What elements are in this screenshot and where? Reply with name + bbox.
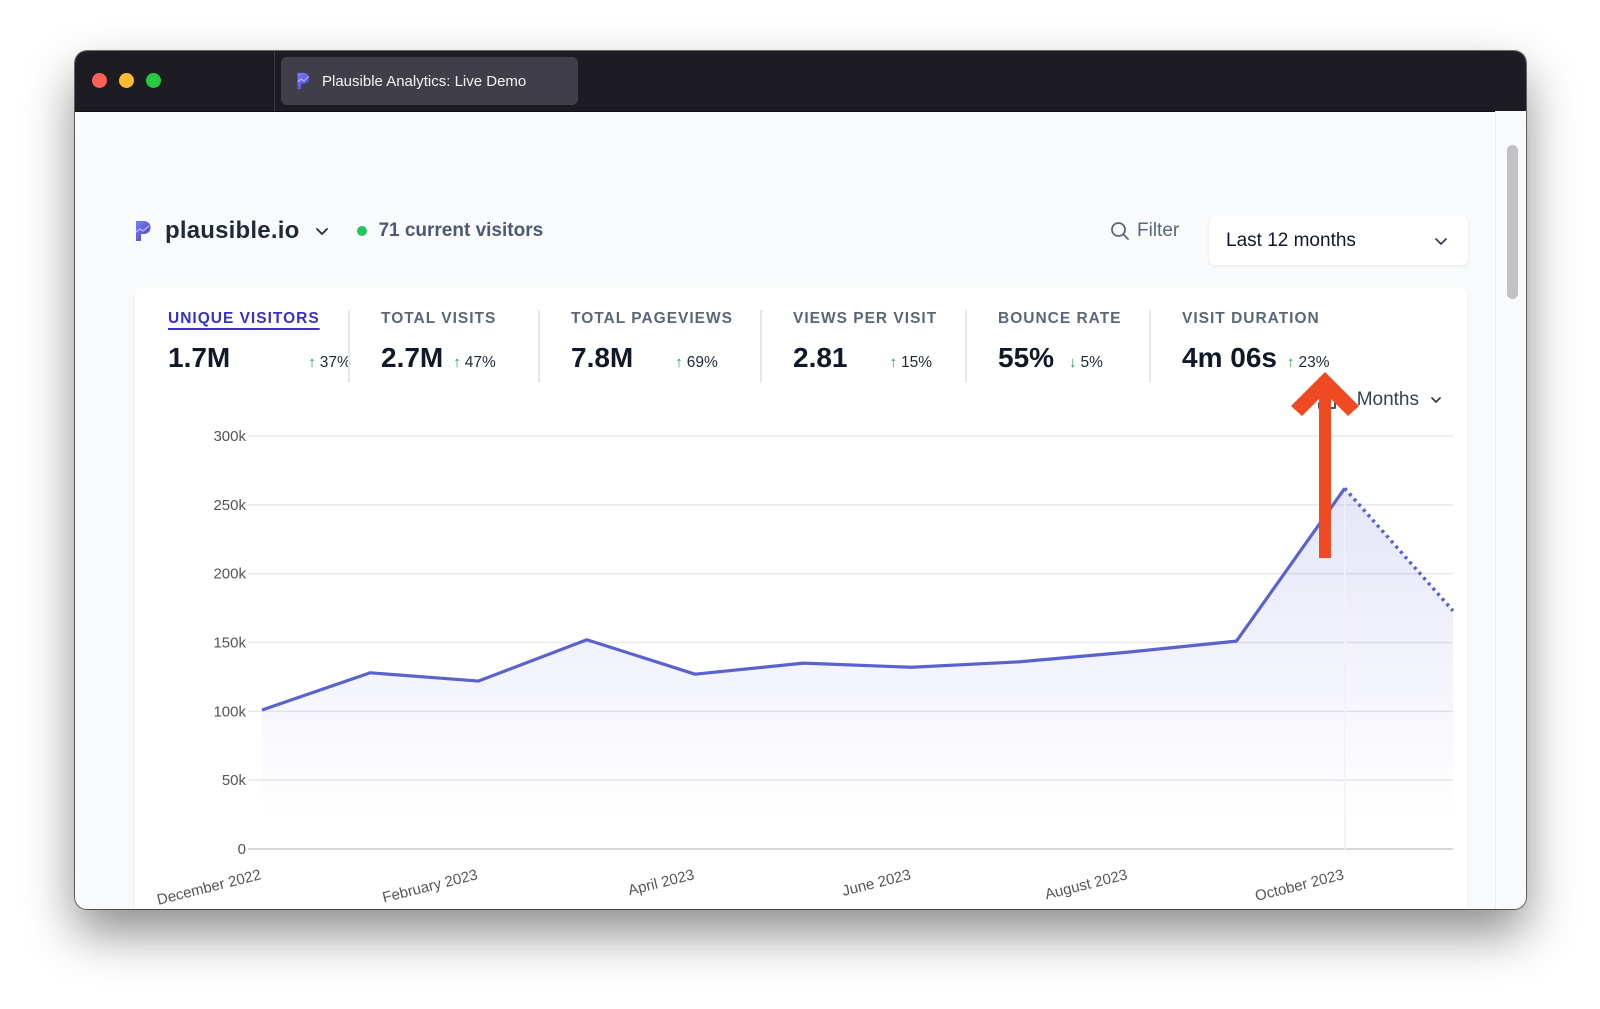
- data-point: [1234, 639, 1238, 643]
- y-tick-label: 0: [238, 841, 246, 858]
- page-content: plausible.io 71 current visitors Filter …: [75, 111, 1495, 909]
- data-point: [1126, 650, 1130, 654]
- main-graph-card: UNIQUE VISITORS 1.7M ↑ 37% TOTAL VISITS 2.7M ↑…: [135, 288, 1467, 909]
- x-tick-label: October 2023: [1253, 866, 1345, 904]
- x-tick-label: June 2023: [840, 866, 912, 899]
- y-tick-label: 150k: [213, 635, 246, 652]
- title-bar: Plausible Analytics: Live Demo: [75, 51, 1526, 111]
- y-tick-label: 200k: [213, 566, 246, 583]
- vertical-scrollbar[interactable]: [1495, 111, 1526, 909]
- data-point: [910, 665, 914, 669]
- chevron-down-icon[interactable]: [315, 224, 329, 238]
- plausible-logo-icon: [135, 221, 151, 241]
- x-tick-label: February 2023: [381, 866, 480, 906]
- data-point: [801, 661, 805, 665]
- data-point: [1451, 609, 1455, 613]
- data-point: [1018, 660, 1022, 664]
- data-point: [477, 679, 481, 683]
- search-icon: [1111, 222, 1129, 240]
- live-indicator-dot: [357, 226, 368, 236]
- chevron-down-icon: [1435, 237, 1447, 245]
- area-fill: [262, 488, 1453, 819]
- x-tick-label: April 2023: [626, 866, 696, 899]
- site-header: plausible.io 71 current visitors: [135, 215, 543, 247]
- x-tick-label: December 2022: [155, 866, 263, 908]
- close-window-button[interactable]: [92, 73, 107, 88]
- y-tick-label: 50k: [222, 772, 247, 789]
- filter-button[interactable]: Filter: [1110, 217, 1179, 245]
- y-tick-label: 100k: [213, 703, 246, 720]
- period-label: Last 12 months: [1226, 229, 1356, 251]
- period-dropdown[interactable]: Last 12 months: [1209, 216, 1468, 265]
- filter-label: Filter: [1137, 220, 1180, 241]
- site-switcher[interactable]: plausible.io: [165, 217, 299, 245]
- annotation-arrow-icon: [1291, 372, 1359, 558]
- current-visitors-link[interactable]: 71 current visitors: [378, 220, 543, 242]
- plausible-logo-icon: [297, 72, 310, 90]
- y-tick-label: 250k: [213, 497, 246, 514]
- tab-title: Plausible Analytics: Live Demo: [322, 72, 527, 90]
- x-tick-label: August 2023: [1043, 866, 1129, 903]
- zoom-window-button[interactable]: [146, 73, 161, 88]
- data-point: [368, 671, 372, 675]
- titlebar-divider: [274, 51, 275, 111]
- minimize-window-button[interactable]: [119, 73, 134, 88]
- data-point: [585, 638, 589, 642]
- y-tick-label: 300k: [213, 428, 246, 445]
- scrollbar-thumb[interactable]: [1507, 145, 1518, 299]
- data-point: [693, 672, 697, 676]
- visitors-chart[interactable]: 0 50k 100k 150k 200k 250k 300k December 2022 Feb…: [135, 288, 1467, 909]
- browser-tab[interactable]: Plausible Analytics: Live Demo: [281, 57, 578, 105]
- data-point: [260, 708, 264, 712]
